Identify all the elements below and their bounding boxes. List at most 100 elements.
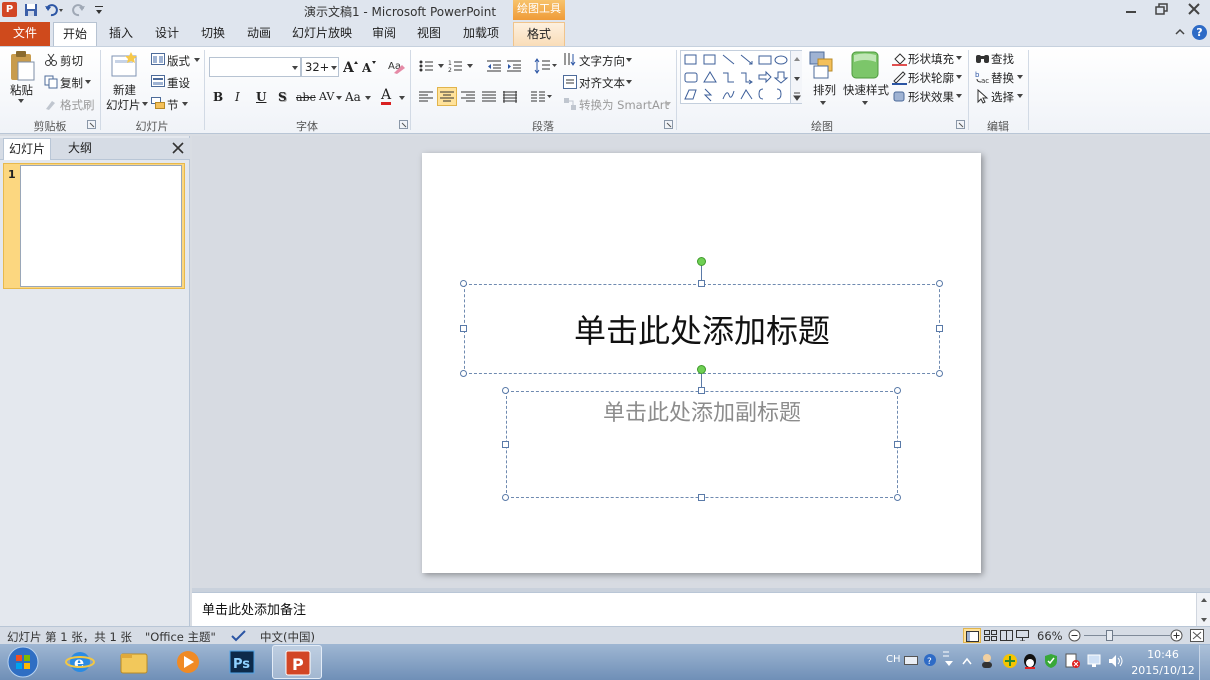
find-button[interactable]: 查找 xyxy=(991,51,1014,67)
show-desktop-button[interactable] xyxy=(1199,645,1210,680)
quick-styles-icon[interactable] xyxy=(850,50,880,80)
title-resize-handle-tl[interactable] xyxy=(460,280,467,287)
quick-styles-dropdown-icon[interactable] xyxy=(861,100,869,106)
arrange-icon[interactable] xyxy=(808,50,838,80)
reset-button[interactable]: 重设 xyxy=(167,75,190,91)
new-slide-label-1[interactable]: 新建 xyxy=(113,82,136,98)
underline-button[interactable]: U xyxy=(256,90,266,104)
bullets-icon[interactable] xyxy=(419,59,447,73)
start-button-icon[interactable] xyxy=(5,645,41,679)
subtitle-resize-handle-l[interactable] xyxy=(502,441,509,448)
change-case-dropdown-icon[interactable] xyxy=(364,95,372,101)
tab-design[interactable]: 设计 xyxy=(146,22,188,46)
arrange-button[interactable]: 排列 xyxy=(813,82,836,98)
title-resize-handle-r[interactable] xyxy=(936,325,943,332)
section-dropdown-icon[interactable] xyxy=(181,101,189,107)
new-slide-label-2[interactable]: 幻灯片 xyxy=(106,97,141,113)
smartart-dropdown-icon[interactable] xyxy=(664,101,672,107)
paste-dropdown-icon[interactable] xyxy=(17,98,25,104)
slide-thumbnail[interactable] xyxy=(20,165,182,287)
volume-icon[interactable] xyxy=(1108,654,1124,668)
fit-to-window-icon[interactable] xyxy=(1190,629,1204,642)
text-direction-dropdown-icon[interactable] xyxy=(625,57,633,63)
tab-slideshow[interactable]: 幻灯片放映 xyxy=(284,22,360,46)
zoom-in-icon[interactable] xyxy=(1170,629,1183,642)
text-direction-button[interactable]: 文字方向 xyxy=(579,53,625,69)
tray-plus-icon[interactable] xyxy=(1002,653,1018,669)
tab-view[interactable]: 视图 xyxy=(408,22,450,46)
subtitle-resize-handle-bl[interactable] xyxy=(502,494,509,501)
minimize-icon[interactable] xyxy=(1124,4,1138,16)
layout-button[interactable]: 版式 xyxy=(167,53,190,69)
subtitle-rotate-handle[interactable] xyxy=(697,365,706,374)
clipboard-launcher-icon[interactable] xyxy=(87,120,96,129)
distributed-icon[interactable] xyxy=(503,90,517,104)
section-button[interactable]: 节 xyxy=(167,97,179,113)
title-rotate-handle[interactable] xyxy=(697,257,706,266)
bold-button[interactable]: B xyxy=(213,90,223,104)
tab-insert[interactable]: 插入 xyxy=(100,22,142,46)
decrease-indent-icon[interactable] xyxy=(487,59,501,73)
tab-addins[interactable]: 加载项 xyxy=(454,22,508,46)
title-resize-handle-l[interactable] xyxy=(460,325,467,332)
security-shield-icon[interactable] xyxy=(1044,653,1058,669)
quick-styles-button[interactable]: 快速样式 xyxy=(843,82,889,98)
numbering-icon[interactable]: 12 xyxy=(448,59,476,73)
photoshop-taskbar-icon[interactable]: Ps xyxy=(217,645,267,679)
spell-check-icon[interactable] xyxy=(231,629,247,642)
font-size-input[interactable]: 32+ xyxy=(301,57,339,77)
notes-placeholder[interactable]: 单击此处添加备注 xyxy=(202,599,306,618)
subtitle-resize-handle-tl[interactable] xyxy=(502,387,509,394)
normal-view-button[interactable] xyxy=(963,628,981,643)
italic-button[interactable]: I xyxy=(235,90,240,104)
zoom-out-icon[interactable] xyxy=(1068,629,1081,642)
tab-transitions[interactable]: 切换 xyxy=(192,22,234,46)
tab-format[interactable]: 格式 xyxy=(513,22,565,46)
zoom-slider-thumb[interactable] xyxy=(1106,630,1113,641)
title-resize-handle-br[interactable] xyxy=(936,370,943,377)
tab-outline-pane[interactable]: 大纲 xyxy=(55,138,105,160)
drawing-launcher-icon[interactable] xyxy=(956,120,965,129)
shape-effects-button[interactable]: 形状效果 xyxy=(908,89,954,105)
layout-dropdown-icon[interactable] xyxy=(193,57,201,63)
align-center-button[interactable] xyxy=(437,87,457,106)
title-resize-handle-bl[interactable] xyxy=(460,370,467,377)
font-color-dropdown-icon[interactable] xyxy=(398,95,406,101)
title-resize-handle-t[interactable] xyxy=(698,280,705,287)
new-slide-icon[interactable] xyxy=(109,50,139,80)
help-icon[interactable]: ? xyxy=(1192,25,1207,40)
format-painter-button[interactable]: 格式刷 xyxy=(60,97,95,113)
close-pane-icon[interactable] xyxy=(172,142,184,154)
shape-effects-dropdown-icon[interactable] xyxy=(955,93,963,99)
align-right-icon[interactable] xyxy=(461,90,475,104)
media-player-taskbar-icon[interactable] xyxy=(163,645,213,679)
shrink-font-icon[interactable]: A xyxy=(362,58,378,74)
shape-outline-dropdown-icon[interactable] xyxy=(955,74,963,80)
line-spacing-icon[interactable] xyxy=(534,58,558,74)
ime-options-icon[interactable] xyxy=(941,650,957,668)
language-status[interactable]: 中文(中国) xyxy=(260,629,315,645)
subtitle-resize-handle-tr[interactable] xyxy=(894,387,901,394)
strikethrough-button[interactable]: abc xyxy=(296,91,316,104)
collapse-ribbon-icon[interactable] xyxy=(1174,27,1186,37)
replace-dropdown-icon[interactable] xyxy=(1016,74,1024,80)
font-launcher-icon[interactable] xyxy=(399,120,408,129)
clock-date[interactable]: 2015/10/12 xyxy=(1130,664,1196,677)
font-name-input[interactable] xyxy=(209,57,301,77)
cut-button[interactable]: 剪切 xyxy=(60,53,83,69)
reading-view-icon[interactable] xyxy=(1000,630,1013,641)
qq-penguin-icon[interactable] xyxy=(1022,652,1038,670)
subtitle-resize-handle-b[interactable] xyxy=(698,494,705,501)
new-slide-dropdown-icon[interactable] xyxy=(141,101,149,107)
shapes-gallery[interactable] xyxy=(680,50,802,104)
zoom-slider-track[interactable] xyxy=(1084,635,1170,636)
copy-button[interactable]: 复制 xyxy=(60,75,83,91)
powerpoint-taskbar-icon[interactable]: P xyxy=(272,645,322,679)
copy-dropdown-icon[interactable] xyxy=(84,79,92,85)
align-text-dropdown-icon[interactable] xyxy=(625,79,633,85)
increase-indent-icon[interactable] xyxy=(507,59,521,73)
font-color-button[interactable]: A xyxy=(381,88,392,105)
close-window-icon[interactable] xyxy=(1187,3,1201,15)
grow-font-icon[interactable]: A xyxy=(343,58,359,74)
maximize-icon[interactable] xyxy=(1155,3,1169,15)
